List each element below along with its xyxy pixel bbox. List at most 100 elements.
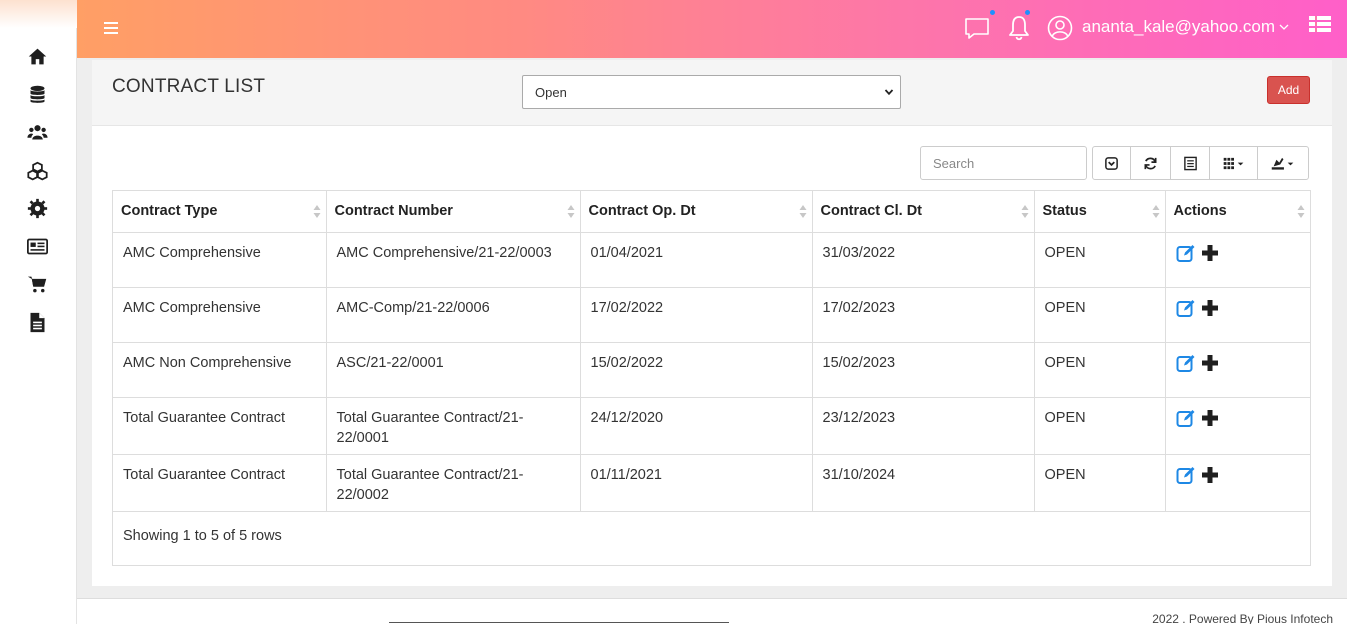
sort-icon bbox=[567, 205, 574, 218]
table-row: Total Guarantee Contract Total Guarantee… bbox=[113, 454, 1310, 512]
apps-menu-icon[interactable] bbox=[1309, 16, 1331, 34]
cell-cl-date: 15/02/2023 bbox=[812, 342, 1035, 398]
status-filter-select[interactable]: Open bbox=[522, 75, 901, 109]
list-alt-icon bbox=[1183, 156, 1197, 170]
sidebar-top-fade bbox=[0, 0, 77, 28]
add-icon[interactable] bbox=[1200, 298, 1220, 318]
column-header-label: Contract Cl. Dt bbox=[820, 203, 923, 220]
column-header-status[interactable]: Status bbox=[1034, 191, 1166, 233]
chevron-down-icon[interactable] bbox=[1278, 20, 1290, 34]
column-header-actions[interactable]: Actions bbox=[1165, 191, 1310, 233]
table-row: AMC Non Comprehensive ASC/21-22/0001 15/… bbox=[113, 342, 1310, 398]
cart-icon[interactable] bbox=[25, 272, 49, 296]
cell-contract-number: AMC Comprehensive/21-22/0003 bbox=[326, 232, 581, 288]
refresh-icon bbox=[1144, 157, 1157, 169]
cell-status: OPEN bbox=[1034, 342, 1166, 398]
cell-status: OPEN bbox=[1034, 454, 1166, 512]
cell-op-date: 15/02/2022 bbox=[580, 342, 813, 398]
add-icon[interactable] bbox=[1200, 408, 1220, 428]
column-header-label: Contract Number bbox=[334, 203, 453, 220]
cell-status: OPEN bbox=[1034, 287, 1166, 343]
chat-icon[interactable] bbox=[963, 10, 995, 42]
sidebar bbox=[0, 0, 77, 624]
cell-contract-type: Total Guarantee Contract bbox=[113, 454, 327, 512]
cell-op-date: 17/02/2022 bbox=[580, 287, 813, 343]
column-header-contract-op-dt[interactable]: Contract Op. Dt bbox=[580, 191, 813, 233]
cell-op-date: 01/11/2021 bbox=[580, 454, 813, 512]
add-button[interactable]: Add bbox=[1267, 76, 1310, 104]
edit-icon[interactable] bbox=[1176, 408, 1196, 428]
cell-contract-number: Total Guarantee Contract/21-22/0002 bbox=[326, 454, 581, 512]
sort-icon bbox=[799, 205, 806, 218]
bell-icon[interactable] bbox=[1005, 10, 1033, 42]
document-icon[interactable] bbox=[25, 310, 49, 334]
cell-cl-date: 23/12/2023 bbox=[812, 397, 1035, 455]
page-footer: 2022 . Powered By Pious Infotech bbox=[77, 598, 1347, 624]
edit-icon[interactable] bbox=[1176, 243, 1196, 263]
search-input[interactable] bbox=[920, 146, 1087, 180]
cell-status: OPEN bbox=[1034, 232, 1166, 288]
user-avatar-icon[interactable] bbox=[1047, 15, 1073, 41]
hamburger-menu-icon[interactable] bbox=[104, 22, 118, 34]
cell-actions bbox=[1165, 397, 1310, 455]
cell-status: OPEN bbox=[1034, 397, 1166, 455]
export-button[interactable] bbox=[1258, 147, 1308, 179]
sort-icon bbox=[1152, 205, 1159, 218]
column-header-contract-number[interactable]: Contract Number bbox=[326, 191, 581, 233]
cell-op-date: 01/04/2021 bbox=[580, 232, 813, 288]
contracts-table: Contract Type Contract Number Contract O… bbox=[112, 190, 1311, 566]
sort-icon bbox=[1297, 205, 1305, 218]
cell-cl-date: 31/10/2024 bbox=[812, 454, 1035, 512]
add-icon[interactable] bbox=[1200, 465, 1220, 485]
cell-cl-date: 17/02/2023 bbox=[812, 287, 1035, 343]
refresh-button[interactable] bbox=[1131, 147, 1171, 179]
footer-credit: 2022 . Powered By Pious Infotech bbox=[1152, 612, 1333, 624]
page-title: CONTRACT LIST bbox=[112, 76, 266, 97]
cell-contract-type: Total Guarantee Contract bbox=[113, 397, 327, 455]
cell-actions bbox=[1165, 342, 1310, 398]
bell-notification-dot bbox=[1025, 10, 1030, 15]
collapse-icon bbox=[1105, 156, 1118, 170]
contract-list-panel: CONTRACT LIST Open Add Search Contract T… bbox=[92, 60, 1332, 586]
cell-contract-type: AMC Comprehensive bbox=[113, 287, 327, 343]
column-header-label: Status bbox=[1042, 203, 1087, 220]
column-header-label: Actions bbox=[1173, 203, 1227, 220]
add-icon[interactable] bbox=[1200, 353, 1220, 373]
edit-icon[interactable] bbox=[1176, 353, 1196, 373]
edit-icon[interactable] bbox=[1176, 465, 1196, 485]
cell-actions bbox=[1165, 454, 1310, 512]
cell-actions bbox=[1165, 287, 1310, 343]
cell-contract-type: AMC Non Comprehensive bbox=[113, 342, 327, 398]
toggle-view-button[interactable] bbox=[1093, 147, 1131, 179]
chat-notification-dot bbox=[990, 10, 995, 15]
table-row: AMC Comprehensive AMC Comprehensive/21-2… bbox=[113, 232, 1310, 288]
columns-button[interactable] bbox=[1210, 147, 1258, 179]
pagination-summary: Showing 1 to 5 of 5 rows bbox=[123, 528, 282, 544]
database-icon[interactable] bbox=[25, 82, 49, 106]
cell-contract-number: ASC/21-22/0001 bbox=[326, 342, 581, 398]
gear-icon[interactable] bbox=[25, 196, 49, 220]
newspaper-icon[interactable] bbox=[25, 234, 49, 258]
cell-contract-number: AMC-Comp/21-22/0006 bbox=[326, 287, 581, 343]
cell-actions bbox=[1165, 232, 1310, 288]
cell-cl-date: 31/03/2022 bbox=[812, 232, 1035, 288]
toggle-detail-button[interactable] bbox=[1171, 147, 1210, 179]
table-row: AMC Comprehensive AMC-Comp/21-22/0006 17… bbox=[113, 287, 1310, 343]
home-icon[interactable] bbox=[25, 44, 49, 68]
cell-contract-number: Total Guarantee Contract/21-22/0001 bbox=[326, 397, 581, 455]
table-toolbar bbox=[1092, 146, 1309, 180]
cell-contract-type: AMC Comprehensive bbox=[113, 232, 327, 288]
user-email[interactable]: ananta_kale@yahoo.com bbox=[1082, 17, 1275, 37]
columns-grid-icon bbox=[1223, 157, 1243, 169]
sort-icon bbox=[313, 205, 320, 218]
column-header-contract-cl-dt[interactable]: Contract Cl. Dt bbox=[812, 191, 1035, 233]
table-row: Total Guarantee Contract Total Guarantee… bbox=[113, 397, 1310, 455]
column-header-label: Contract Type bbox=[121, 203, 218, 220]
download-icon bbox=[1271, 157, 1294, 170]
top-header: ananta_kale@yahoo.com bbox=[77, 0, 1347, 58]
users-icon[interactable] bbox=[25, 120, 49, 144]
column-header-contract-type[interactable]: Contract Type bbox=[113, 191, 327, 233]
cubes-icon[interactable] bbox=[25, 159, 49, 183]
add-icon[interactable] bbox=[1200, 243, 1220, 263]
edit-icon[interactable] bbox=[1176, 298, 1196, 318]
